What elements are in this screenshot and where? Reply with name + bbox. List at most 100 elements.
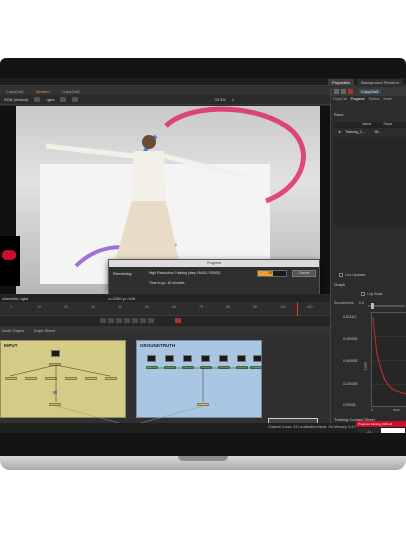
tab-progress[interactable]: Progress [351,97,365,104]
run-check-icon[interactable]: ★ [338,130,341,136]
play-icon[interactable] [132,318,138,323]
close-icon[interactable] [334,89,339,94]
gt-node-2[interactable] [164,366,176,369]
tab-copycat[interactable]: CopyCat [333,97,347,104]
tab-node[interactable]: Node [384,97,392,104]
node-name-field[interactable]: CopyCat1 [359,89,381,94]
coords-readout: x=2250 y=-348 [108,296,135,301]
loss-graph[interactable] [371,312,406,407]
backdrop-input[interactable]: INPUT [0,340,126,418]
gamma-icon[interactable] [72,97,79,102]
frame-field[interactable]: 1 [232,97,234,102]
gain-icon[interactable] [60,97,67,102]
gt-thumb-6[interactable] [237,355,246,362]
node-color-icon[interactable] [348,89,353,94]
viewer-toolbar: RGB (default) rgba 33.3% 1 [0,95,330,105]
timeline-tick: 110 [307,305,313,309]
tab-properties[interactable]: Properties [328,79,355,86]
gt-thumb-3[interactable] [183,355,192,362]
gt-thumb-7[interactable] [253,355,262,362]
loop-icon[interactable] [175,318,181,323]
gt-thumb-5[interactable] [219,355,228,362]
timeline-tick: 20 [64,305,68,309]
transport-controls [0,316,330,326]
gt-thumb-4[interactable] [201,355,210,362]
timeline-tick: 10 [37,305,41,309]
tab-viewer1[interactable]: Viewer1 [30,89,56,94]
gt-node-5[interactable] [218,366,230,369]
loss-graph-svg [372,317,406,395]
cancel-button[interactable]: Cancel [292,270,316,277]
backdrop-input-label: INPUT [4,343,18,348]
gt-thumb-1[interactable] [147,355,156,362]
input-node-c[interactable] [45,377,57,380]
help-icon[interactable] [341,89,346,94]
input-node-b[interactable] [25,377,37,380]
progress-bar: 53% [257,270,287,277]
run-steps: 30... [374,130,382,134]
tab-copycat1-b[interactable]: CopyCat1 [56,89,86,94]
dancer-thumb [366,431,372,433]
input-node-f[interactable] [105,377,117,380]
smoothness-slider-handle[interactable] [371,303,374,309]
layer-select[interactable]: RGB (default) [4,97,28,102]
tab-python[interactable]: Python [369,97,380,104]
gt-node-7[interactable] [250,366,262,369]
skip-forward-icon[interactable] [148,318,154,323]
timeline-tick: 50 [145,305,149,309]
timeline-tick: 80 [226,305,230,309]
contact-cell-1 [357,428,381,433]
table-row[interactable]: ★ Training_2... 30... [334,130,406,136]
timeline-ruler[interactable]: 1 10 20 30 40 50 60 70 80 90 100 110 [0,302,330,316]
channel-select[interactable]: rgba [46,97,54,102]
viewer-canvas[interactable]: Progress Rendering High Resolution Train… [0,106,330,294]
timeline-tick: 100 [280,305,286,309]
smoothness-value[interactable]: 0.6 [359,301,364,305]
training-contact-sheet[interactable]: Progress training_0001.tif groundTruth i… [356,421,406,433]
progress-percent: 53% [268,271,276,275]
stop-icon[interactable] [124,318,130,323]
laptop-chin [0,433,406,456]
input-node-d[interactable] [65,377,77,380]
x-tick-label: 0 [371,408,373,412]
input-node-e[interactable] [85,377,97,380]
backdrop-groundtruth[interactable]: GROUNDTRUTH [136,340,262,418]
y-tick-label: 0.011117 [343,315,357,319]
log-scale-checkbox[interactable] [361,292,365,296]
play-back-icon[interactable] [116,318,122,323]
gt-node-1[interactable] [146,366,158,369]
gt-node-6[interactable] [236,366,248,369]
gt-output-node[interactable] [197,403,209,406]
contact-sheet-header: Progress training_0001.tif [356,421,406,427]
channels-label: channels: rgba [2,296,29,301]
runs-col-steps: Steps [383,122,393,126]
status-bar: Channel Count: 33 Localization Mode: On … [0,423,406,433]
gt-node-3[interactable] [182,366,194,369]
zoom-select[interactable]: 33.3% [214,97,225,102]
input-dot[interactable] [53,391,57,394]
skip-back-icon[interactable] [100,318,106,323]
channel-icon[interactable] [34,97,41,102]
input-read-node[interactable] [49,363,61,366]
viewer-tabs: CopyCat1 Viewer1 CopyCat1 [0,87,330,95]
log-scale-label: Log Scale [367,292,383,296]
tab-background-renders[interactable]: Background Renders [357,79,403,86]
input-node-a[interactable] [5,377,17,380]
runs-label: Runs [334,112,344,117]
y-tick-label: 0.00001 [343,403,356,407]
runs-list[interactable] [334,137,406,225]
contact-cell-2: groundTruth [381,428,405,433]
gt-thumb-2[interactable] [165,355,174,362]
tab-copycat1[interactable]: CopyCat1 [0,89,30,94]
node-graph[interactable]: INPUT GROUNDTRUTH [0,334,330,430]
playhead[interactable] [297,302,298,316]
step-forward-icon[interactable] [140,318,146,323]
timeline-tick: 30 [91,305,95,309]
input-read-thumbnail[interactable] [51,350,60,357]
tab-dope-sheet[interactable]: Dope Sheet [34,328,55,333]
live-updates-checkbox[interactable] [339,273,343,277]
input-output-node[interactable] [49,403,61,406]
step-back-icon[interactable] [108,318,114,323]
gt-node-4[interactable] [200,366,212,369]
tab-node-graph[interactable]: Node Graph [2,328,24,333]
